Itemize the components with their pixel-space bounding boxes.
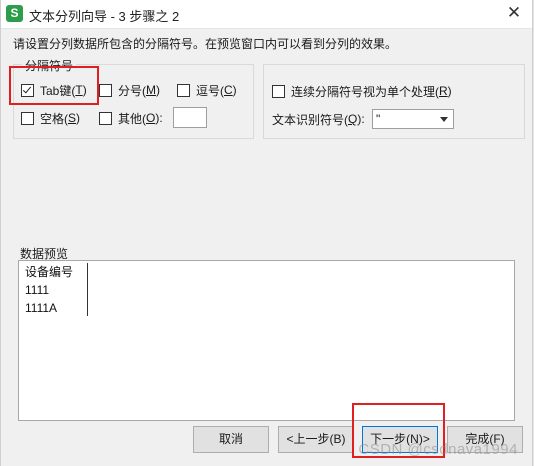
text-qualifier-value: " bbox=[376, 112, 381, 126]
comma-checkbox-box[interactable] bbox=[177, 83, 190, 97]
preview-column: 设备编号 1111 1111A bbox=[25, 263, 73, 317]
space-checkbox-box[interactable] bbox=[21, 111, 34, 125]
close-icon[interactable]: ✕ bbox=[504, 3, 524, 23]
preview-row: 1111A bbox=[25, 301, 58, 315]
window-title: 文本分列向导 - 3 步骤之 2 bbox=[29, 9, 180, 24]
consecutive-delimiters-checkbox-box[interactable] bbox=[272, 84, 285, 98]
semicolon-checkbox[interactable]: 分号(M) bbox=[99, 81, 160, 99]
text-qualifier-select[interactable]: " bbox=[372, 109, 454, 129]
preview-row: 1111 bbox=[25, 283, 50, 297]
back-button[interactable]: <上一步(B) bbox=[278, 426, 354, 453]
chevron-down-icon bbox=[440, 117, 448, 122]
wps-app-icon: S bbox=[6, 5, 23, 22]
other-checkbox[interactable]: 其他(O): bbox=[99, 109, 163, 127]
column-divider[interactable] bbox=[87, 263, 88, 316]
semicolon-checkbox-box[interactable] bbox=[99, 83, 112, 97]
comma-checkbox[interactable]: 逗号(C) bbox=[177, 81, 237, 99]
instruction-text: 请设置分列数据所包含的分隔符号。在预览窗口内可以看到分列的效果。 bbox=[13, 37, 398, 51]
text-qualifier-label: 文本识别符号(Q): bbox=[272, 112, 365, 127]
other-delimiter-input[interactable] bbox=[173, 107, 207, 128]
watermark: CSDN @csdnava1994 bbox=[358, 441, 518, 458]
title-bar: S 文本分列向导 - 3 步骤之 2 ✕ bbox=[1, 0, 532, 29]
text-to-columns-dialog: S 文本分列向导 - 3 步骤之 2 ✕ 请设置分列数据所包含的分隔符号。在预览… bbox=[0, 0, 533, 466]
space-checkbox[interactable]: 空格(S) bbox=[21, 109, 80, 127]
preview-row: 设备编号 bbox=[25, 265, 74, 279]
consecutive-delimiters-checkbox[interactable]: 连续分隔符号视为单个处理(R) bbox=[272, 82, 452, 100]
other-checkbox-box[interactable] bbox=[99, 111, 112, 125]
data-preview-pane[interactable]: 设备编号 1111 1111A bbox=[18, 260, 515, 421]
tab-highlight-box bbox=[9, 66, 99, 105]
cancel-button[interactable]: 取消 bbox=[193, 426, 269, 453]
